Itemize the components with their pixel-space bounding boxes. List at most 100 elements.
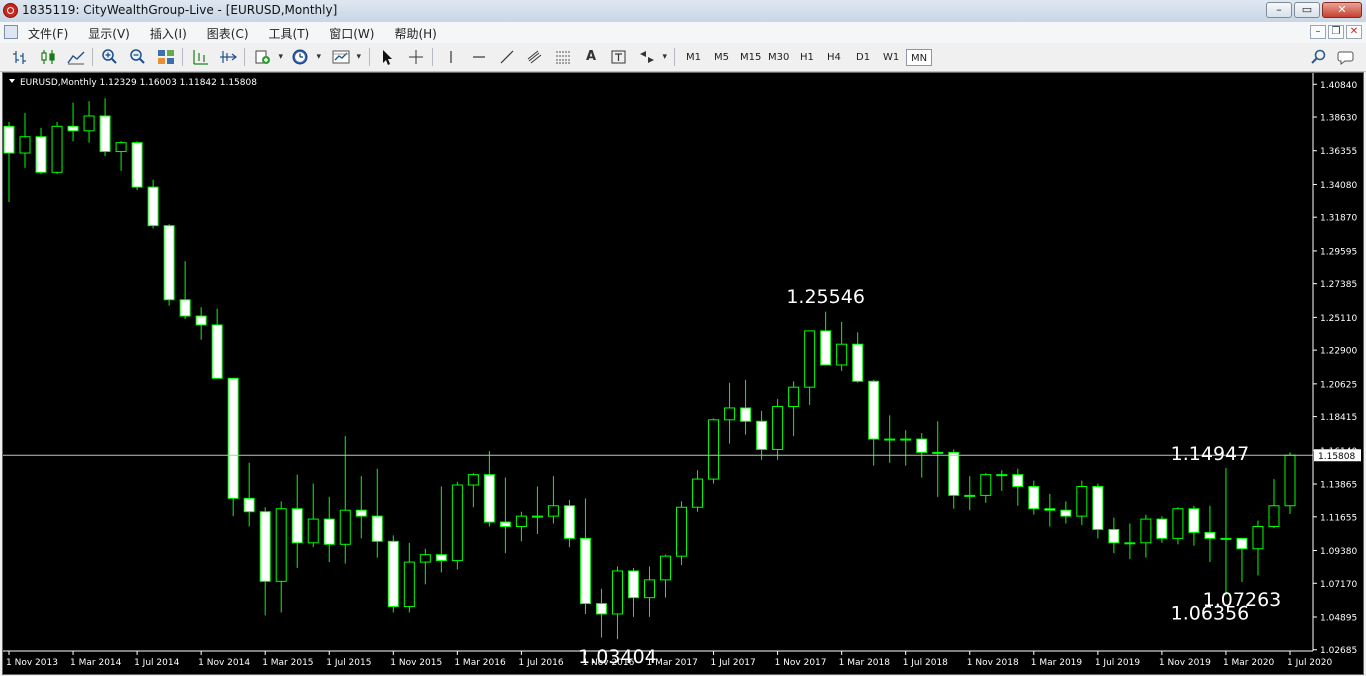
candle	[211, 308, 223, 379]
candle	[820, 311, 832, 366]
price-chart[interactable]: 1.40840 1.38630 1.36355 1.34080 1.31870 1.295…	[3, 73, 1363, 674]
menu-insert[interactable]: 插入(I)	[150, 25, 187, 42]
horizontal-line-icon[interactable]	[468, 47, 490, 67]
chat-icon[interactable]	[1336, 47, 1358, 67]
candle	[483, 450, 495, 527]
zoom-out-icon[interactable]	[127, 47, 149, 67]
chart-shift-icon[interactable]	[189, 47, 211, 67]
bull-candle-body	[676, 506, 688, 557]
mdi-minimize-button[interactable]: –	[1310, 25, 1326, 39]
bull-candle-body	[547, 505, 559, 517]
bear-candle-body	[1236, 537, 1248, 550]
timeframe-d1[interactable]: D1	[852, 49, 874, 66]
candle	[900, 430, 912, 466]
zoom-in-icon[interactable]	[99, 47, 121, 67]
bear-candle-body	[323, 518, 335, 545]
cursor-icon[interactable]	[376, 47, 398, 67]
mdi-close-button[interactable]: ✕	[1346, 25, 1362, 39]
bull-candle-body	[275, 508, 287, 582]
candle	[1252, 520, 1264, 576]
bear-candle-body	[355, 509, 367, 517]
candle	[3, 121, 15, 202]
bull-candle-body	[115, 142, 127, 153]
minimize-button[interactable]: –	[1266, 2, 1292, 18]
text-tool-button[interactable]: A	[580, 47, 602, 67]
bear-candle-body	[1028, 485, 1040, 510]
candle	[467, 473, 479, 508]
menu-help[interactable]: 帮助(H)	[394, 25, 436, 42]
timeframe-h1[interactable]: H1	[796, 49, 818, 66]
chart-window-icon[interactable]	[4, 25, 18, 39]
maximize-button[interactable]: ▭	[1294, 2, 1320, 18]
candle	[996, 470, 1008, 491]
candle	[1028, 480, 1040, 515]
candle	[1268, 479, 1280, 528]
y-tick-label: 1.09380	[1320, 547, 1357, 557]
candle	[660, 554, 672, 598]
search-icon[interactable]	[1308, 47, 1330, 67]
channel-icon[interactable]	[524, 47, 546, 67]
candle	[371, 468, 383, 558]
text-label-icon[interactable]	[608, 47, 630, 67]
candle	[627, 568, 639, 617]
menu-view[interactable]: 显示(V)	[88, 25, 130, 42]
mdi-restore-button[interactable]: ❐	[1328, 25, 1344, 39]
candle	[740, 379, 752, 435]
bull-candle-body	[51, 125, 63, 173]
tile-windows-icon[interactable]	[155, 47, 177, 67]
bear-candle-body	[147, 186, 159, 227]
candle	[676, 501, 688, 566]
candle	[836, 321, 848, 371]
bull-candle-body	[772, 405, 784, 450]
bull-candle-body	[1140, 518, 1152, 544]
menu-tools[interactable]: 工具(T)	[269, 25, 310, 42]
bar-chart-icon[interactable]	[9, 47, 31, 67]
menu-window[interactable]: 窗口(W)	[329, 25, 374, 42]
timeframe-mn[interactable]: MN	[906, 49, 933, 66]
candle	[563, 499, 575, 548]
x-tick-label: 1 Mar 2018	[839, 658, 891, 668]
candle	[355, 476, 367, 539]
bull-candle-body	[83, 115, 95, 132]
periods-clock-icon[interactable]	[290, 47, 321, 67]
bull-candle-body	[451, 484, 463, 562]
timeframe-m5[interactable]: M5	[710, 49, 733, 66]
candle	[868, 379, 880, 466]
x-tick-label: 1 Jul 2018	[903, 658, 948, 668]
crosshair-icon[interactable]	[405, 47, 427, 67]
line-chart-icon[interactable]	[65, 47, 87, 67]
menu-charts[interactable]: 图表(C)	[207, 25, 249, 42]
candle	[1060, 501, 1072, 524]
timeframe-h4[interactable]: H4	[823, 49, 845, 66]
indicators-icon[interactable]	[252, 47, 283, 67]
x-tick-label: 1 Jul 2015	[326, 658, 371, 668]
app-logo-icon	[3, 3, 18, 18]
candle	[179, 261, 191, 320]
fibonacci-icon[interactable]	[552, 47, 574, 67]
timeframe-w1[interactable]: W1	[879, 49, 903, 66]
timeframe-m30[interactable]: M30	[764, 49, 793, 66]
bear-candle-body	[756, 420, 768, 450]
candle	[419, 548, 431, 585]
y-tick-label: 1.04895	[1320, 613, 1357, 623]
close-button[interactable]: ✕	[1322, 2, 1362, 18]
candle	[323, 496, 335, 563]
candle	[1220, 467, 1232, 596]
timeframe-m1[interactable]: M1	[682, 49, 705, 66]
chart-menu-triangle-icon[interactable]	[9, 79, 15, 83]
templates-icon[interactable]	[330, 47, 361, 67]
bear-candle-body	[99, 115, 111, 153]
auto-scroll-icon[interactable]	[217, 47, 239, 67]
chart-window[interactable]: 1.40840 1.38630 1.36355 1.34080 1.31870 1.295…	[2, 72, 1364, 675]
bear-candle-body	[195, 315, 207, 326]
menu-file[interactable]: 文件(F)	[28, 25, 68, 42]
arrows-icon[interactable]	[636, 47, 667, 67]
candlestick-icon[interactable]	[37, 47, 59, 67]
bull-candle-body	[611, 570, 623, 615]
trendline-icon[interactable]	[496, 47, 518, 67]
timeframe-m15[interactable]: M15	[736, 49, 765, 66]
x-tick-label: 1 Nov 2014	[198, 658, 250, 668]
bear-candle-body	[1012, 474, 1024, 487]
candle	[19, 113, 31, 168]
vertical-line-icon[interactable]	[440, 47, 462, 67]
